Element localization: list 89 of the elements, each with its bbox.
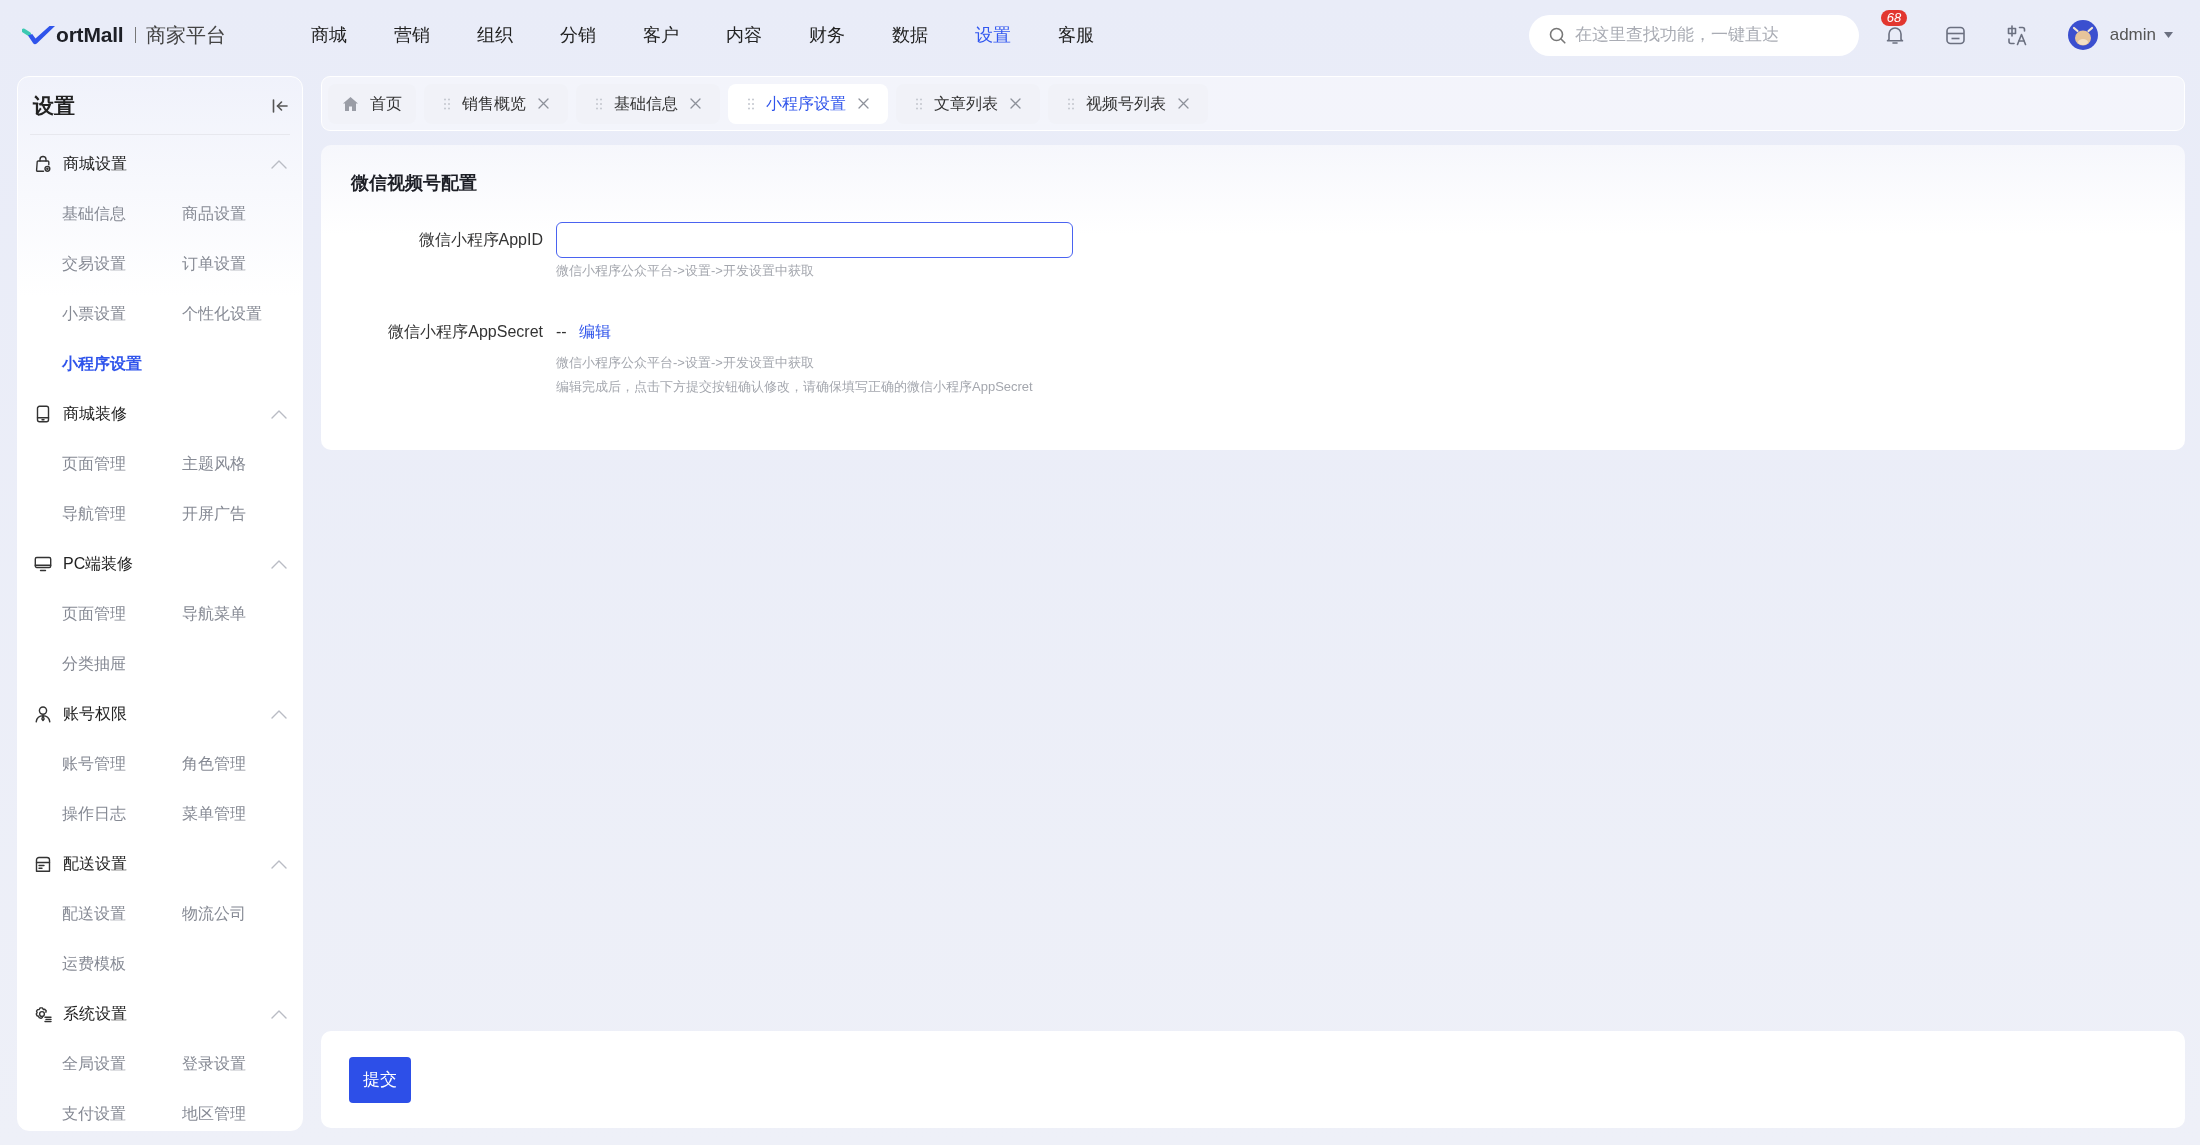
group-title[interactable]: 账号权限 xyxy=(63,702,271,726)
drag-handle-icon[interactable] xyxy=(1068,97,1074,110)
logo-mark-icon xyxy=(22,23,56,47)
platform-title: 商家平台 xyxy=(146,23,227,48)
nav-link[interactable]: 客服 xyxy=(1058,21,1094,49)
secret-value: -- xyxy=(556,322,567,342)
sidebar-item[interactable]: 全局设置 xyxy=(62,1039,126,1089)
field-label: 微信小程序AppSecret xyxy=(388,322,543,342)
sidebar-item[interactable]: 运费模板 xyxy=(62,939,126,989)
collapse-icon[interactable] xyxy=(272,98,288,113)
sidebar-item[interactable]: 交易设置 xyxy=(62,239,126,289)
bell-icon[interactable] xyxy=(1885,25,1904,45)
chevron-up-icon[interactable] xyxy=(271,559,287,569)
drag-handle-icon[interactable] xyxy=(916,97,922,110)
drag-handle-icon[interactable] xyxy=(748,97,754,110)
sidebar-item[interactable]: 开屏广告 xyxy=(182,489,246,539)
group-title[interactable]: 系统设置 xyxy=(63,1002,271,1026)
nav-link[interactable]: 数据 xyxy=(892,21,928,49)
field-label: 微信小程序AppID xyxy=(418,230,543,250)
nav-link[interactable]: 商城 xyxy=(311,21,347,49)
sidebar-title: 设置 xyxy=(33,92,75,119)
user-name[interactable]: admin xyxy=(2109,22,2156,48)
sidebar-item[interactable]: 商品设置 xyxy=(182,189,246,239)
chevron-up-icon[interactable] xyxy=(271,1009,287,1019)
notification-badge: 68 xyxy=(1880,10,1908,26)
chevron-up-icon[interactable] xyxy=(271,159,287,169)
logo-text: ortMall xyxy=(56,22,124,49)
nav-link[interactable]: 设置 xyxy=(975,21,1011,49)
tablet-icon xyxy=(34,405,52,423)
sidebar-item[interactable]: 账号管理 xyxy=(62,739,126,789)
sidebar-item[interactable]: 物流公司 xyxy=(182,889,246,939)
hint-text: 编辑完成后，点击下方提交按钮确认修改，请确保填写正确的微信小程序AppSecret xyxy=(556,379,1033,394)
home-icon xyxy=(343,96,358,111)
chevron-up-icon[interactable] xyxy=(271,859,287,869)
monitor-icon xyxy=(34,555,52,573)
nav-link[interactable]: 客户 xyxy=(643,21,679,49)
nav-link[interactable]: 营销 xyxy=(394,21,430,49)
drag-handle-icon[interactable] xyxy=(596,97,602,110)
sidebar-item[interactable]: 支付设置 xyxy=(62,1089,126,1130)
edit-link[interactable]: 编辑 xyxy=(578,320,611,344)
sidebar-item[interactable]: 分类抽屉 xyxy=(62,639,126,689)
user-avatar[interactable] xyxy=(2067,20,2098,50)
tab[interactable]: 小程序设置 xyxy=(728,83,888,124)
translate-icon[interactable] xyxy=(2006,24,2028,46)
group-title[interactable]: PC端装修 xyxy=(63,552,271,576)
store-icon[interactable] xyxy=(1945,25,1965,45)
sidebar-item[interactable]: 导航管理 xyxy=(62,489,126,539)
sidebar-item[interactable]: 订单设置 xyxy=(182,239,246,289)
chevron-up-icon[interactable] xyxy=(271,709,287,719)
sidebar-item[interactable]: 地区管理 xyxy=(182,1089,246,1130)
close-icon[interactable] xyxy=(690,98,701,109)
group-title[interactable]: 配送设置 xyxy=(63,852,271,876)
search-field[interactable]: 在这里查找功能，一键直达 xyxy=(1528,14,1859,56)
sidebar-item[interactable]: 角色管理 xyxy=(182,739,246,789)
sidebar-item[interactable]: 导航菜单 xyxy=(182,589,246,639)
hint-text: 微信小程序公众平台->设置->开发设置中获取 xyxy=(556,355,814,370)
card-title: 微信视频号配置 xyxy=(349,172,478,194)
close-icon[interactable] xyxy=(538,98,549,109)
sidebar-item[interactable]: 操作日志 xyxy=(62,789,126,839)
nav-link[interactable]: 组织 xyxy=(477,21,513,49)
nav-link[interactable]: 分销 xyxy=(560,21,596,49)
close-icon[interactable] xyxy=(1010,98,1021,109)
sidebar-item[interactable]: 配送设置 xyxy=(62,889,126,939)
sidebar-item[interactable]: 小票设置 xyxy=(62,289,126,339)
submit-button[interactable]: 提交 xyxy=(349,1056,411,1103)
nav-link[interactable]: 财务 xyxy=(809,21,845,49)
caret-down-icon[interactable] xyxy=(2164,32,2173,38)
chevron-up-icon[interactable] xyxy=(271,409,287,419)
text-input[interactable] xyxy=(556,222,1073,258)
package-icon xyxy=(34,855,52,873)
group-title[interactable]: 商城装修 xyxy=(63,402,271,426)
person-icon xyxy=(34,705,52,723)
sidebar-item[interactable]: 基础信息 xyxy=(62,189,126,239)
gear-icon xyxy=(34,1005,52,1023)
sidebar-item[interactable]: 登录设置 xyxy=(182,1039,246,1089)
shopping-bag-icon xyxy=(34,155,52,173)
close-icon[interactable] xyxy=(858,98,869,109)
hint-text: 微信小程序公众平台->设置->开发设置中获取 xyxy=(556,263,814,278)
sidebar-item[interactable]: 个性化设置 xyxy=(182,289,262,339)
sidebar-item[interactable]: 菜单管理 xyxy=(182,789,246,839)
nav-link[interactable]: 内容 xyxy=(726,21,762,49)
group-title[interactable]: 商城设置 xyxy=(63,152,271,176)
sidebar-item[interactable]: 页面管理 xyxy=(62,439,126,489)
sidebar-item[interactable]: 主题风格 xyxy=(182,439,246,489)
close-icon[interactable] xyxy=(1178,98,1189,109)
sidebar-item[interactable]: 小程序设置 xyxy=(62,339,142,389)
drag-handle-icon[interactable] xyxy=(444,97,450,110)
search-icon xyxy=(1548,26,1566,44)
sidebar-item[interactable]: 页面管理 xyxy=(62,589,126,639)
